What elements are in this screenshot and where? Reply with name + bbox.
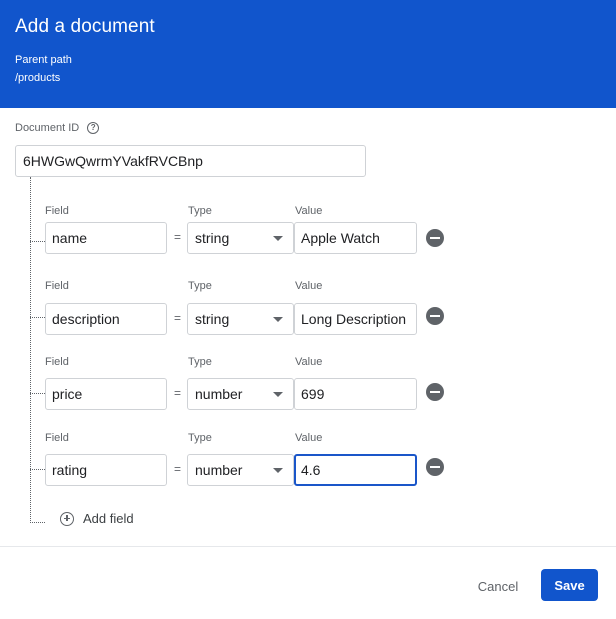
help-icon[interactable]: ? bbox=[87, 122, 100, 134]
parent-path-label: Parent path bbox=[15, 54, 72, 66]
dialog-header: Add a document Parent path /products bbox=[0, 0, 616, 108]
remove-field-icon[interactable] bbox=[426, 383, 444, 401]
type-label: Type bbox=[188, 280, 212, 292]
caret-down-icon bbox=[273, 235, 283, 241]
document-id-label-text: Document ID bbox=[15, 122, 80, 134]
field-row: Field Type Value = number bbox=[0, 356, 616, 436]
add-field-label: Add field bbox=[83, 511, 134, 526]
type-select[interactable]: number bbox=[187, 454, 294, 486]
value-label: Value bbox=[295, 356, 323, 368]
caret-down-icon bbox=[273, 316, 283, 322]
cancel-button[interactable]: Cancel bbox=[468, 570, 528, 602]
equals-sign: = bbox=[174, 311, 182, 325]
equals-sign: = bbox=[174, 230, 182, 244]
type-select[interactable]: string bbox=[187, 303, 294, 335]
equals-sign: = bbox=[174, 462, 182, 476]
type-label: Type bbox=[188, 432, 212, 444]
equals-sign: = bbox=[174, 386, 182, 400]
field-value-input[interactable] bbox=[294, 222, 417, 254]
field-name-input[interactable] bbox=[45, 454, 167, 486]
remove-field-icon[interactable] bbox=[426, 229, 444, 247]
tree-branch-end bbox=[30, 522, 45, 523]
field-label: Field bbox=[45, 432, 69, 444]
tree-branch bbox=[30, 469, 45, 470]
add-circle-icon bbox=[60, 511, 74, 526]
type-select[interactable]: number bbox=[187, 378, 294, 410]
type-select[interactable]: string bbox=[187, 222, 294, 254]
type-select-value: string bbox=[195, 230, 230, 246]
document-id-label: Document ID ? bbox=[15, 122, 100, 134]
type-select-value: number bbox=[195, 462, 243, 478]
value-label: Value bbox=[295, 280, 323, 292]
tree-branch bbox=[30, 393, 45, 394]
caret-down-icon bbox=[273, 391, 283, 397]
type-select-value: number bbox=[195, 386, 243, 402]
value-label: Value bbox=[295, 205, 323, 217]
field-row: Field Type Value = string bbox=[0, 205, 616, 285]
field-name-input[interactable] bbox=[45, 303, 167, 335]
field-row: Field Type Value = string bbox=[0, 280, 616, 360]
field-name-input[interactable] bbox=[45, 378, 167, 410]
footer-divider bbox=[0, 546, 616, 547]
field-label: Field bbox=[45, 205, 69, 217]
field-row: Field Type Value = number bbox=[0, 432, 616, 512]
remove-field-icon[interactable] bbox=[426, 458, 444, 476]
field-label: Field bbox=[45, 356, 69, 368]
field-label: Field bbox=[45, 280, 69, 292]
type-label: Type bbox=[188, 205, 212, 217]
field-value-input[interactable] bbox=[294, 378, 417, 410]
field-value-input[interactable] bbox=[294, 303, 417, 335]
dialog-title: Add a document bbox=[15, 16, 155, 37]
caret-down-icon bbox=[273, 467, 283, 473]
document-id-input[interactable] bbox=[15, 145, 366, 177]
save-button[interactable]: Save bbox=[541, 569, 598, 601]
tree-branch bbox=[30, 241, 45, 242]
type-select-value: string bbox=[195, 311, 230, 327]
value-label: Value bbox=[295, 432, 323, 444]
tree-branch bbox=[30, 317, 45, 318]
remove-field-icon[interactable] bbox=[426, 307, 444, 325]
parent-path-value: /products bbox=[15, 72, 61, 84]
add-field-button[interactable]: Add field bbox=[60, 511, 134, 526]
field-name-input[interactable] bbox=[45, 222, 167, 254]
field-value-input[interactable] bbox=[294, 454, 417, 486]
type-label: Type bbox=[188, 356, 212, 368]
